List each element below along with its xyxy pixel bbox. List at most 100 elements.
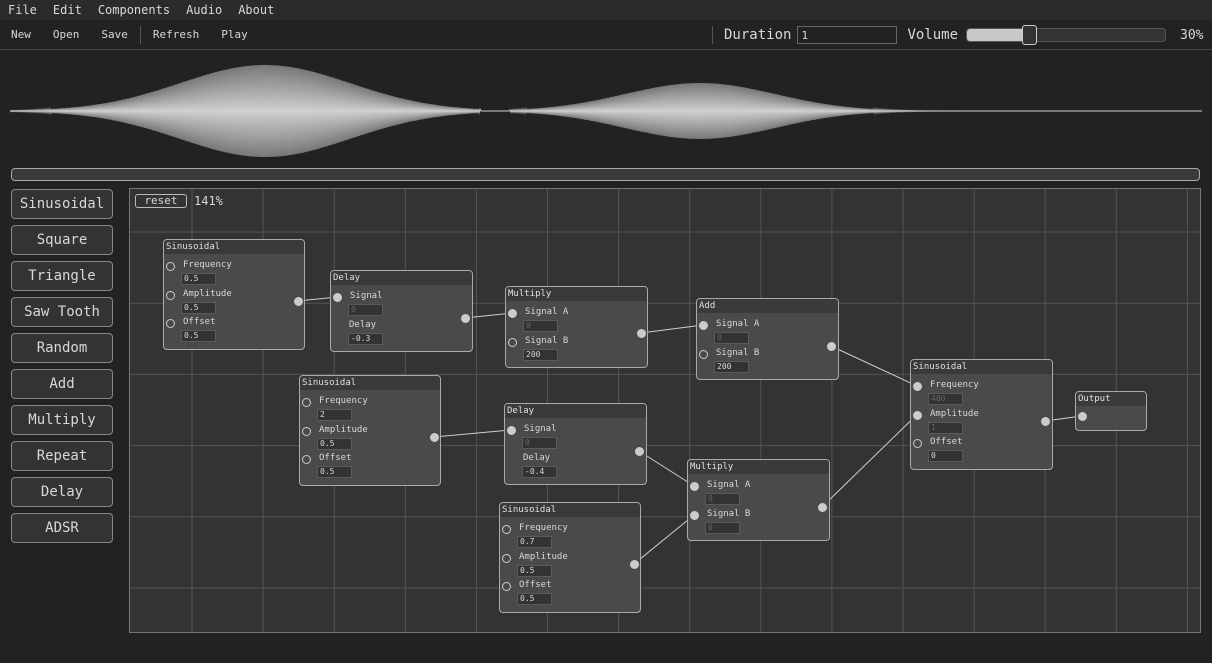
input-port[interactable]: [690, 511, 699, 520]
node-sin1[interactable]: Sinusoidal Frequency 0.5 Amplitude 0.5 Offset…: [163, 239, 305, 350]
input-port[interactable]: [1078, 412, 1087, 421]
param-input[interactable]: 0.5: [181, 273, 216, 285]
node-delay2[interactable]: Delay Signal 0 Delay -0.4: [504, 403, 647, 485]
param-input[interactable]: 0: [714, 332, 749, 344]
input-port[interactable]: [508, 309, 517, 318]
param-input[interactable]: 400: [928, 393, 963, 405]
volume-slider-thumb[interactable]: [1022, 25, 1038, 45]
output-port[interactable]: [637, 329, 646, 338]
input-port[interactable]: [913, 382, 922, 391]
output-port[interactable]: [827, 342, 836, 351]
node-sin2[interactable]: Sinusoidal Frequency 2 Amplitude 0.5 Offset 0.…: [299, 375, 441, 486]
menu-file[interactable]: File: [0, 3, 45, 17]
node-delay1[interactable]: Delay Signal 0 Delay -0.3: [330, 270, 473, 352]
add-random-button[interactable]: Random: [11, 333, 113, 363]
add-saw-tooth-button[interactable]: Saw Tooth: [11, 297, 113, 327]
new-button[interactable]: New: [0, 28, 42, 41]
node-title[interactable]: Sinusoidal: [911, 360, 1052, 374]
playback-progress-bar[interactable]: [11, 168, 1200, 181]
param-label: Signal A: [716, 319, 760, 329]
param-input[interactable]: 0: [523, 320, 558, 332]
reset-view-button[interactable]: reset: [135, 194, 187, 208]
menu-components[interactable]: Components: [90, 3, 178, 17]
menu-edit[interactable]: Edit: [45, 3, 90, 17]
param-input[interactable]: 1: [928, 421, 963, 434]
add-sinusoidal-button[interactable]: Sinusoidal: [11, 189, 113, 219]
param-input[interactable]: 0: [522, 437, 557, 449]
input-port[interactable]: [166, 290, 175, 300]
param-input[interactable]: 200: [714, 361, 749, 373]
output-port[interactable]: [1041, 417, 1050, 426]
add-adsr-button[interactable]: ADSR: [11, 513, 113, 543]
save-button[interactable]: Save: [90, 28, 139, 41]
duration-input[interactable]: [797, 26, 898, 44]
param-input[interactable]: -0.3: [348, 333, 383, 345]
output-port[interactable]: [461, 314, 470, 323]
node-sin4[interactable]: Sinusoidal Frequency 400 Amplitude 1 Offset 0: [910, 359, 1053, 470]
node-sin3[interactable]: Sinusoidal Frequency 0.7 Amplitude 0.5 Offset…: [499, 502, 641, 613]
param-input[interactable]: 0.5: [317, 437, 352, 450]
output-port[interactable]: [818, 503, 827, 512]
input-port[interactable]: [699, 350, 708, 359]
input-port[interactable]: [302, 398, 311, 407]
node-title[interactable]: Output: [1076, 392, 1146, 406]
add-add-button[interactable]: Add: [11, 369, 113, 399]
input-port[interactable]: [502, 525, 511, 534]
input-port[interactable]: [502, 553, 511, 563]
node-title[interactable]: Multiply: [688, 460, 829, 474]
param-input[interactable]: 2: [317, 409, 352, 421]
node-mul2[interactable]: Multiply Signal A 0 Signal B 0: [687, 459, 830, 541]
node-title[interactable]: Delay: [505, 404, 646, 418]
input-port[interactable]: [166, 262, 175, 271]
input-port[interactable]: [913, 410, 922, 420]
play-button[interactable]: Play: [210, 28, 259, 41]
node-add1[interactable]: Add Signal A 0 Signal B 200: [696, 298, 839, 380]
add-triangle-button[interactable]: Triangle: [11, 261, 113, 291]
toolbar-divider: [139, 25, 141, 44]
input-port[interactable]: [699, 321, 708, 330]
node-title[interactable]: Multiply: [506, 287, 647, 301]
menu-about[interactable]: About: [230, 3, 282, 17]
refresh-button[interactable]: Refresh: [142, 28, 210, 41]
add-square-button[interactable]: Square: [11, 225, 113, 255]
param-input[interactable]: 0.5: [517, 564, 552, 577]
output-port[interactable]: [630, 560, 639, 569]
output-port[interactable]: [430, 433, 439, 442]
volume-slider[interactable]: [966, 25, 1167, 45]
output-port[interactable]: [294, 297, 303, 306]
param-input[interactable]: 0.5: [517, 593, 552, 605]
param-label: Frequency: [930, 380, 979, 390]
param-input[interactable]: 0.7: [517, 536, 552, 548]
input-port[interactable]: [502, 582, 511, 591]
node-title[interactable]: Sinusoidal: [300, 376, 440, 390]
node-output[interactable]: Output: [1075, 391, 1147, 431]
menu-audio[interactable]: Audio: [178, 3, 230, 17]
add-delay-button[interactable]: Delay: [11, 477, 113, 507]
input-port[interactable]: [166, 319, 175, 328]
param-input[interactable]: -0.4: [522, 466, 557, 478]
param-input[interactable]: 0: [348, 304, 383, 316]
param-input[interactable]: 0: [705, 522, 740, 534]
input-port[interactable]: [508, 338, 517, 347]
output-port[interactable]: [635, 447, 644, 456]
add-multiply-button[interactable]: Multiply: [11, 405, 113, 435]
open-button[interactable]: Open: [42, 28, 91, 41]
input-port[interactable]: [302, 426, 311, 436]
input-port[interactable]: [333, 293, 342, 302]
node-mul1[interactable]: Multiply Signal A 0 Signal B 200: [505, 286, 648, 368]
input-port[interactable]: [690, 482, 699, 491]
node-title[interactable]: Add: [697, 299, 838, 313]
node-title[interactable]: Delay: [331, 271, 472, 285]
param-input[interactable]: 0.5: [181, 330, 216, 342]
param-input[interactable]: 0.5: [317, 466, 352, 478]
add-repeat-button[interactable]: Repeat: [11, 441, 113, 471]
input-port[interactable]: [507, 426, 516, 435]
node-title[interactable]: Sinusoidal: [164, 240, 304, 254]
param-input[interactable]: 0.5: [181, 301, 216, 314]
param-input[interactable]: 0: [928, 450, 963, 462]
param-input[interactable]: 0: [705, 493, 740, 505]
input-port[interactable]: [913, 439, 922, 448]
input-port[interactable]: [302, 455, 311, 464]
param-input[interactable]: 200: [523, 349, 558, 361]
node-title[interactable]: Sinusoidal: [500, 503, 640, 517]
